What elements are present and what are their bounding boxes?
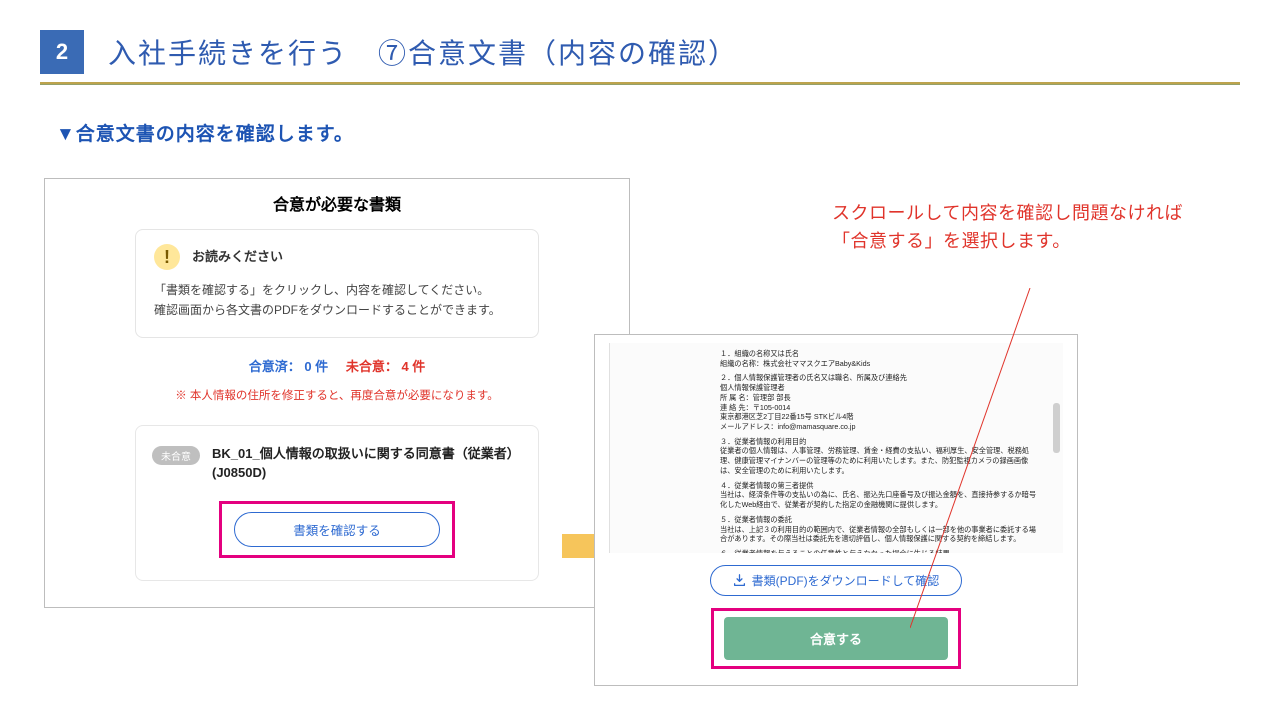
notice-heading: お読みください bbox=[192, 246, 283, 268]
sub-heading: ▼合意文書の内容を確認します。 bbox=[56, 119, 1280, 146]
highlight-agree-button: 合意する bbox=[711, 608, 961, 669]
screenshot-required-docs: 合意が必要な書類 ! お読みください 「書類を確認する」をクリックし、内容を確認… bbox=[44, 178, 630, 608]
doc-sec-2h: ２．個人情報保護管理者の氏名又は職名、所属及び連絡先 bbox=[720, 373, 907, 382]
doc-sec-6h: ６．従業者情報を与えることの任意性と与えなかった場合に生じる結果 bbox=[720, 549, 950, 553]
not-agreed-label: 未合意： bbox=[346, 359, 398, 374]
agreed-label: 合意済： bbox=[249, 359, 301, 374]
notice-line-2: 確認画面から各文書のPDFをダウンロードすることができます。 bbox=[154, 300, 520, 320]
doc-sec-2b: 個人情報保護管理者 所 属 名：管理部 部長 連 絡 先：〒105-0014 東… bbox=[720, 383, 856, 431]
status-pill-not-agreed: 未合意 bbox=[152, 446, 200, 465]
not-agreed-value: 4 件 bbox=[401, 359, 425, 374]
download-pdf-button[interactable]: 書類(PDF)をダウンロードして確認 bbox=[710, 565, 963, 596]
doc-sec-1b: 組織の名称：株式会社ママスクエアBaby&Kids bbox=[720, 359, 870, 368]
panel-title: 合意が必要な書類 bbox=[135, 191, 539, 215]
page-title: 入社手続きを行う ⑦合意文書（内容の確認） bbox=[108, 32, 738, 72]
doc-sec-3b: 従業者の個人情報は、人事管理、労務管理、賃金・経費の支払い、福利厚生、安全管理、… bbox=[720, 446, 1029, 474]
agreed-value: 0 件 bbox=[304, 359, 328, 374]
doc-sec-3h: ３．従業者情報の利用目的 bbox=[720, 437, 806, 446]
address-warning: ※ 本人情報の住所を修正すると、再度合意が必要になります。 bbox=[135, 387, 539, 403]
download-icon bbox=[733, 574, 746, 587]
scrollbar[interactable] bbox=[1053, 403, 1060, 453]
doc-sec-5h: ５．従業者情報の委託 bbox=[720, 515, 792, 524]
title-underline bbox=[40, 82, 1240, 85]
doc-sec-4b: 当社は、経済条件等の支払いの為に、氏名、振込先口座番号及び振込金額を、直接持参す… bbox=[720, 490, 1036, 509]
document-name: BK_01_個人情報の取扱いに関する同意書（従業者）(J0850D) bbox=[212, 444, 522, 483]
instruction-callout: スクロールして内容を確認し問題なければ「合意する」を選択します。 bbox=[832, 200, 1212, 256]
confirm-document-button[interactable]: 書類を確認する bbox=[234, 512, 440, 547]
warning-icon: ! bbox=[154, 244, 180, 270]
agree-button[interactable]: 合意する bbox=[724, 617, 948, 660]
download-pdf-label: 書類(PDF)をダウンロードして確認 bbox=[752, 572, 940, 589]
step-badge: 2 bbox=[40, 30, 84, 74]
doc-sec-4h: ４．従業者情報の第三者提供 bbox=[720, 481, 813, 490]
document-viewer[interactable]: １．組織の名称又は氏名組織の名称：株式会社ママスクエアBaby&Kids ２．個… bbox=[609, 343, 1063, 553]
highlight-confirm-button: 書類を確認する bbox=[219, 501, 455, 558]
screenshot-doc-viewer: １．組織の名称又は氏名組織の名称：株式会社ママスクエアBaby&Kids ２．個… bbox=[594, 334, 1078, 686]
document-card: 未合意 BK_01_個人情報の取扱いに関する同意書（従業者）(J0850D) 書… bbox=[135, 425, 539, 581]
doc-sec-5b: 当社は、上記３の利用目的の範囲内で、従業者情報の全部もしくは一部を他の事業者に委… bbox=[720, 525, 1036, 544]
notice-box: ! お読みください 「書類を確認する」をクリックし、内容を確認してください。 確… bbox=[135, 229, 539, 338]
agreement-counts: 合意済： 0 件 未合意： 4 件 bbox=[135, 356, 539, 375]
notice-line-1: 「書類を確認する」をクリックし、内容を確認してください。 bbox=[154, 280, 520, 300]
doc-sec-1h: １．組織の名称又は氏名 bbox=[720, 349, 799, 358]
